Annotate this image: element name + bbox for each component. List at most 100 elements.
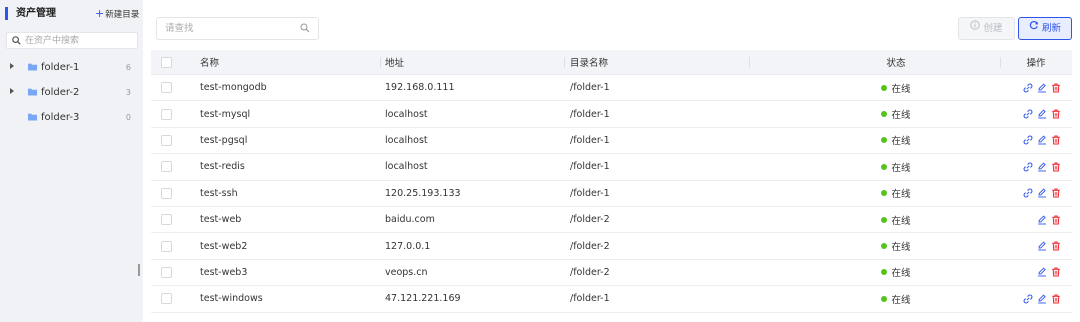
link-icon[interactable] — [1023, 135, 1033, 145]
folder-item[interactable]: folder-2 3 — [0, 84, 143, 102]
search-icon[interactable] — [300, 23, 310, 36]
folder-item[interactable]: folder-1 6 — [0, 59, 143, 77]
status-cell: 在线 — [851, 154, 941, 179]
header-directory[interactable]: 目录名称 — [570, 50, 608, 74]
link-icon[interactable] — [1023, 188, 1033, 198]
row-checkbox[interactable] — [161, 187, 172, 199]
table-row: test-pgsql localhost/folder-1 在线 — [151, 127, 1072, 155]
trash-icon[interactable] — [1051, 188, 1061, 198]
create-button[interactable]: 创建 — [958, 17, 1015, 40]
row-checkbox[interactable] — [161, 134, 172, 146]
actions-cell — [1007, 207, 1067, 232]
status-cell: 在线 — [851, 233, 941, 258]
caret-right-icon[interactable] — [10, 63, 14, 69]
asset-address: 192.168.0.111 — [385, 82, 455, 94]
actions-cell — [1007, 75, 1067, 100]
status-cell: 在线 — [851, 181, 941, 206]
row-checkbox-cell — [161, 128, 172, 153]
asset-directory: /folder-1 — [570, 161, 610, 173]
status-dot-icon — [881, 190, 888, 197]
row-checkbox-cell — [161, 101, 172, 126]
edit-icon[interactable] — [1037, 188, 1047, 198]
status-text: 在线 — [891, 162, 911, 174]
row-checkbox[interactable] — [161, 108, 172, 120]
actions-cell — [1007, 286, 1067, 311]
edit-icon[interactable] — [1037, 215, 1047, 225]
edit-icon[interactable] — [1037, 135, 1047, 145]
asset-directory: /folder-2 — [570, 240, 610, 252]
row-checkbox[interactable] — [161, 161, 172, 173]
edit-icon[interactable] — [1037, 241, 1047, 251]
caret-right-icon[interactable] — [10, 88, 14, 94]
link-icon[interactable] — [1023, 109, 1033, 119]
asset-address: 47.121.221.169 — [385, 293, 461, 305]
status-text: 在线 — [891, 242, 911, 254]
trash-icon[interactable] — [1051, 267, 1061, 277]
asset-name: test-mongodb — [200, 82, 267, 94]
edit-icon[interactable] — [1037, 267, 1047, 277]
table-row: test-ssh 120.25.193.133/folder-1 在线 — [151, 180, 1072, 207]
asset-address: localhost — [385, 108, 428, 120]
actions-cell — [1007, 128, 1067, 153]
folder-icon — [28, 88, 37, 96]
edit-icon[interactable] — [1037, 109, 1047, 119]
select-all-checkbox[interactable] — [161, 56, 172, 68]
column-divider — [564, 57, 565, 68]
status-cell: 在线 — [851, 101, 941, 126]
edit-icon[interactable] — [1037, 162, 1047, 172]
row-checkbox[interactable] — [161, 266, 172, 278]
header-address[interactable]: 地址 — [385, 50, 404, 74]
asset-directory: /folder-1 — [570, 108, 610, 120]
row-checkbox-cell — [161, 260, 172, 285]
folder-item[interactable]: folder-3 0 — [0, 109, 143, 127]
new-directory-button[interactable]: +新建目录 — [95, 8, 139, 21]
row-checkbox[interactable] — [161, 293, 172, 305]
status-cell: 在线 — [851, 128, 941, 153]
plus-icon: + — [95, 7, 105, 20]
link-icon[interactable] — [1023, 83, 1033, 93]
refresh-label: 刷新 — [1041, 23, 1061, 34]
trash-icon[interactable] — [1051, 294, 1061, 304]
trash-icon[interactable] — [1051, 215, 1061, 225]
row-checkbox-cell — [161, 154, 172, 179]
info-icon — [970, 17, 981, 38]
table-row: test-windows 47.121.221.169/folder-1 在线 — [151, 286, 1072, 313]
asset-name: test-redis — [200, 161, 245, 173]
asset-address: localhost — [385, 161, 428, 173]
table-row: test-mysql localhost/folder-1 在线 — [151, 101, 1072, 128]
status-dot-icon — [881, 243, 888, 250]
header-status[interactable]: 状态 — [851, 50, 941, 74]
asset-directory: /folder-2 — [570, 266, 610, 278]
asset-search-box[interactable] — [6, 32, 138, 49]
asset-search-input[interactable] — [25, 33, 135, 48]
row-checkbox-cell — [161, 207, 172, 232]
asset-name: test-pgsql — [200, 134, 248, 146]
row-checkbox[interactable] — [161, 82, 172, 94]
asset-directory: /folder-1 — [570, 82, 610, 94]
edit-icon[interactable] — [1037, 294, 1047, 304]
edit-icon[interactable] — [1037, 83, 1047, 93]
status-text: 在线 — [891, 136, 911, 148]
header-name[interactable]: 名称 — [200, 50, 219, 74]
trash-icon[interactable] — [1051, 162, 1061, 172]
link-icon[interactable] — [1023, 162, 1033, 172]
row-checkbox[interactable] — [161, 240, 172, 252]
table-search-input[interactable] — [165, 21, 295, 36]
column-divider — [749, 57, 750, 68]
folder-name: folder-1 — [41, 62, 80, 73]
trash-icon[interactable] — [1051, 241, 1061, 251]
status-cell: 在线 — [851, 207, 941, 232]
trash-icon[interactable] — [1051, 83, 1061, 93]
header-checkbox-cell — [161, 50, 172, 74]
actions-cell — [1007, 233, 1067, 258]
table-search-box[interactable] — [156, 17, 319, 40]
folder-count: 3 — [125, 88, 131, 97]
sidebar-resize-handle[interactable] — [138, 264, 140, 276]
trash-icon[interactable] — [1051, 135, 1061, 145]
row-checkbox[interactable] — [161, 214, 172, 226]
link-icon[interactable] — [1023, 294, 1033, 304]
asset-address: baidu.com — [385, 214, 435, 226]
trash-icon[interactable] — [1051, 109, 1061, 119]
refresh-button[interactable]: 刷新 — [1018, 17, 1072, 40]
status-dot-icon — [881, 216, 888, 223]
